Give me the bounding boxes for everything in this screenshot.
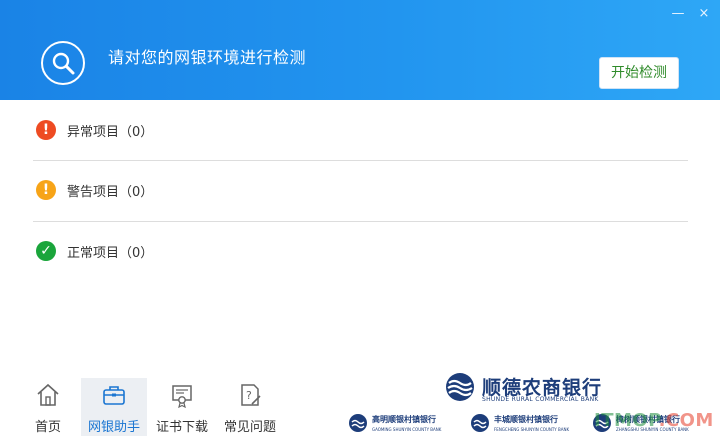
result-label: 正常项目（0） xyxy=(67,246,154,261)
sub-bank-name: 丰城顺银村镇银行 xyxy=(494,415,558,424)
page-title: 请对您的网银环境进行检测 xyxy=(108,48,307,67)
sub-bank-name: 高明顺银村镇银行 xyxy=(372,415,436,424)
certificate-icon xyxy=(170,382,194,409)
search-icon xyxy=(41,41,85,85)
sub-bank-emblem-icon xyxy=(349,414,367,432)
nav-label: 常见问题 xyxy=(223,420,276,435)
bank-logo: 顺德农商银行 SHUNDE RURAL COMMERCIAL BANK xyxy=(444,372,614,404)
watermark-main: ITMOP xyxy=(594,410,659,431)
nav-label: 证书下载 xyxy=(155,420,208,435)
window-controls: — × xyxy=(670,6,712,22)
start-check-button[interactable]: 开始检测 xyxy=(599,57,679,89)
nav-item-certificate[interactable]: 证书下载 xyxy=(149,378,215,436)
sub-bank-name-en: GAOMING SHUNYIN COUNTY BANK xyxy=(372,427,442,432)
bank-name-en: SHUNDE RURAL COMMERCIAL BANK xyxy=(482,396,599,403)
home-icon xyxy=(36,382,60,408)
nav-label: 网银助手 xyxy=(87,420,140,435)
warning-icon: ! xyxy=(36,180,56,200)
result-row-error: ! 异常项目（0） xyxy=(33,100,688,161)
bank-emblem-icon xyxy=(446,373,474,401)
minimize-button[interactable]: — xyxy=(670,6,686,22)
nav-item-faq[interactable]: ? 常见问题 xyxy=(217,378,283,436)
sub-bank-logo: 丰城顺银村镇银行 FENGCHENG SHUNYIN COUNTY BANK xyxy=(470,410,592,438)
watermark-suffix: .COM xyxy=(658,410,714,431)
sub-bank-emblem-icon xyxy=(471,414,489,432)
check-icon: ✓ xyxy=(36,241,56,261)
result-row-ok: ✓ 正常项目（0） xyxy=(33,221,688,282)
result-label: 异常项目（0） xyxy=(67,125,154,140)
header-bar: — × 请对您的网银环境进行检测 开始检测 xyxy=(0,0,720,100)
nav-label: 首页 xyxy=(34,420,61,435)
result-row-warning: ! 警告项目（0） xyxy=(33,160,688,221)
error-icon: ! xyxy=(36,120,56,140)
sub-bank-logo: 高明顺银村镇银行 GAOMING SHUNYIN COUNTY BANK xyxy=(348,410,470,438)
watermark: ITMOP.COM xyxy=(594,410,714,431)
nav-item-assistant[interactable]: 网银助手 xyxy=(81,378,147,436)
sub-bank-name-en: FENGCHENG SHUNYIN COUNTY BANK xyxy=(494,427,570,432)
close-button[interactable]: × xyxy=(696,6,712,22)
result-label: 警告项目（0） xyxy=(67,185,154,200)
svg-text:?: ? xyxy=(246,389,252,402)
nav-item-home[interactable]: 首页 xyxy=(15,378,81,436)
faq-icon: ? xyxy=(238,382,262,408)
briefcase-icon xyxy=(102,382,126,408)
